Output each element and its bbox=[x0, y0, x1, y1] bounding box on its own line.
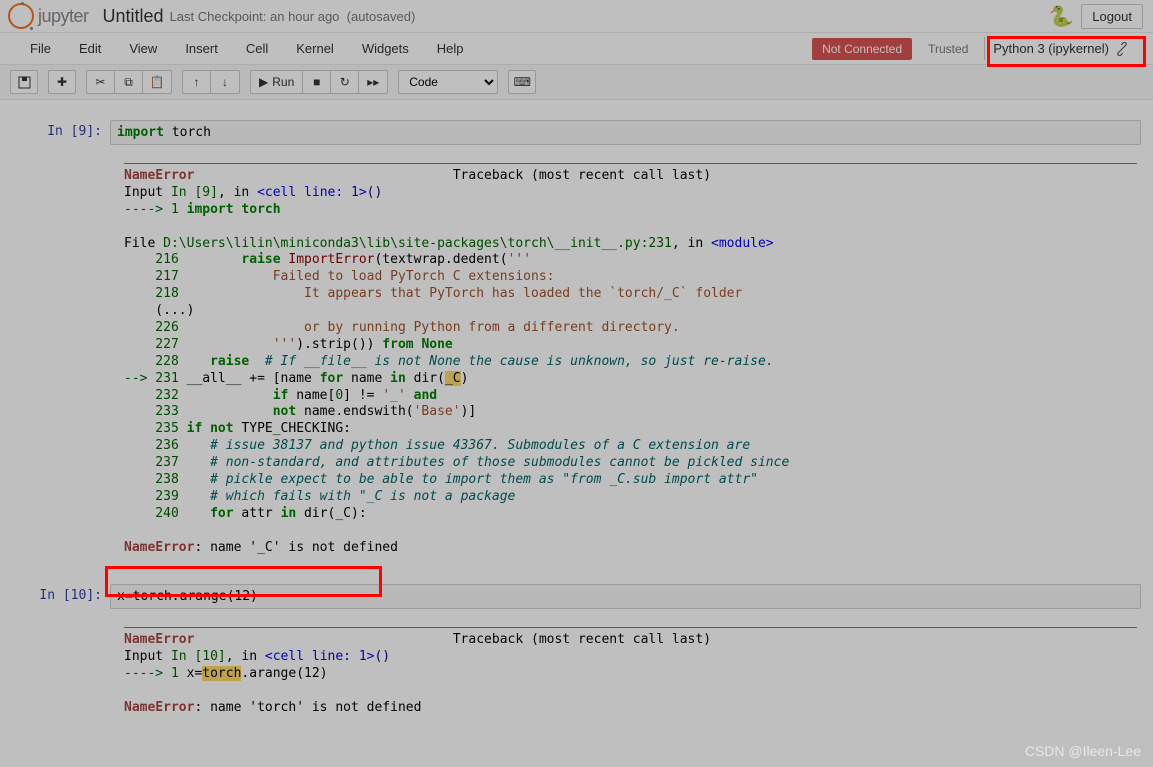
kernel-link-icon bbox=[1115, 42, 1129, 56]
menu-file[interactable]: File bbox=[16, 35, 65, 62]
jupyter-icon bbox=[8, 3, 34, 29]
trusted-label[interactable]: Trusted bbox=[918, 38, 978, 60]
input-prompt: In [9]: bbox=[12, 120, 110, 145]
plus-icon: ✚ bbox=[57, 75, 67, 89]
kernel-indicator[interactable]: Python 3 (ipykernel) bbox=[984, 37, 1137, 60]
save-button[interactable] bbox=[10, 70, 38, 94]
cell-type-select[interactable]: Code bbox=[398, 70, 498, 94]
watermark: CSDN @Ileen-Lee bbox=[1025, 743, 1141, 759]
notebook-title[interactable]: Untitled bbox=[103, 6, 164, 27]
menu-help[interactable]: Help bbox=[423, 35, 478, 62]
arrow-up-icon: ↑ bbox=[194, 75, 200, 89]
menu-view[interactable]: View bbox=[115, 35, 171, 62]
cell-output: NameError Traceback (most recent call la… bbox=[110, 151, 1141, 564]
stop-icon: ■ bbox=[313, 75, 320, 89]
move-group: ↑ ↓ bbox=[182, 70, 240, 94]
notebook-container: In [9]: import torch NameError Traceback… bbox=[0, 100, 1153, 767]
code-input[interactable]: import torch bbox=[110, 120, 1141, 145]
traceback: NameError Traceback (most recent call la… bbox=[124, 168, 1137, 556]
restart-icon: ↻ bbox=[340, 75, 350, 89]
copy-button[interactable]: ⧉ bbox=[115, 71, 143, 93]
code-input[interactable]: x=torch.arange(12) bbox=[110, 584, 1141, 609]
logout-button[interactable]: Logout bbox=[1081, 4, 1143, 29]
logo-text: jupyter bbox=[38, 6, 89, 27]
interrupt-button[interactable]: ■ bbox=[303, 71, 331, 93]
toolbar: ✚ ✂ ⧉ 📋 ↑ ↓ ▶Run ■ ↻ ▸▸ Code ⌨ bbox=[0, 65, 1153, 100]
menu-edit[interactable]: Edit bbox=[65, 35, 115, 62]
paste-icon: 📋 bbox=[150, 75, 165, 89]
restart-button[interactable]: ↻ bbox=[331, 71, 359, 93]
add-cell-button[interactable]: ✚ bbox=[48, 70, 76, 94]
traceback: NameError Traceback (most recent call la… bbox=[124, 632, 1137, 716]
python-icon: 🐍 bbox=[1049, 4, 1073, 28]
keyboard-icon: ⌨ bbox=[514, 75, 531, 89]
kernel-name-text: Python 3 (ipykernel) bbox=[993, 41, 1109, 56]
run-button[interactable]: ▶Run bbox=[251, 71, 303, 93]
cut-button[interactable]: ✂ bbox=[87, 71, 115, 93]
code-cell[interactable]: In [10]: x=torch.arange(12) bbox=[12, 584, 1141, 609]
cell-output: NameError Traceback (most recent call la… bbox=[110, 615, 1141, 724]
fast-forward-icon: ▸▸ bbox=[367, 75, 379, 89]
play-icon: ▶ bbox=[259, 75, 268, 89]
menu-bar: File Edit View Insert Cell Kernel Widget… bbox=[0, 33, 1153, 65]
jupyter-logo[interactable]: jupyter bbox=[8, 3, 89, 29]
move-down-button[interactable]: ↓ bbox=[211, 71, 239, 93]
header-bar: jupyter Untitled Last Checkpoint: an hou… bbox=[0, 0, 1153, 33]
cut-icon: ✂ bbox=[95, 75, 105, 89]
menu-widgets[interactable]: Widgets bbox=[348, 35, 423, 62]
arrow-down-icon: ↓ bbox=[222, 75, 228, 89]
command-palette-button[interactable]: ⌨ bbox=[508, 70, 536, 94]
restart-run-button[interactable]: ▸▸ bbox=[359, 71, 387, 93]
copy-icon: ⧉ bbox=[124, 75, 133, 90]
input-prompt: In [10]: bbox=[12, 584, 110, 609]
menu-cell[interactable]: Cell bbox=[232, 35, 282, 62]
menu-kernel[interactable]: Kernel bbox=[282, 35, 348, 62]
edit-group: ✂ ⧉ 📋 bbox=[86, 70, 172, 94]
checkpoint-text: Last Checkpoint: an hour ago (autosaved) bbox=[170, 9, 416, 24]
run-group: ▶Run ■ ↻ ▸▸ bbox=[250, 70, 388, 94]
not-connected-badge: Not Connected bbox=[812, 38, 912, 60]
save-icon bbox=[18, 76, 31, 89]
move-up-button[interactable]: ↑ bbox=[183, 71, 211, 93]
menu-insert[interactable]: Insert bbox=[171, 35, 232, 62]
paste-button[interactable]: 📋 bbox=[143, 71, 171, 93]
code-cell[interactable]: In [9]: import torch bbox=[12, 120, 1141, 145]
